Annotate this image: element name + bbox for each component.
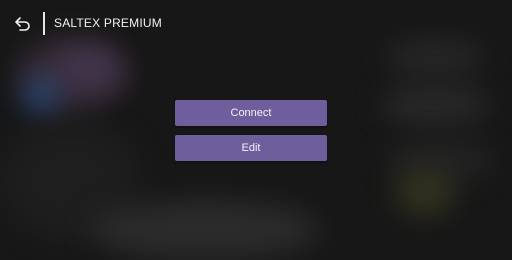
back-arrow-icon [15,17,30,31]
connect-button[interactable]: Connect [175,100,327,126]
background-blur-shape [58,48,120,88]
top-bar: SALTEX PREMIUM [0,0,512,46]
header-divider [43,12,45,35]
page-title: SALTEX PREMIUM [54,16,162,30]
background-blur-shape [90,200,320,260]
back-button[interactable] [12,14,34,34]
background-blur-shape [380,85,490,125]
background-blur-shape [22,78,60,112]
background-blur-shape [395,170,455,215]
edit-button[interactable]: Edit [175,135,327,161]
playlist-action-screen: SALTEX PREMIUM Connect Edit [0,0,512,260]
